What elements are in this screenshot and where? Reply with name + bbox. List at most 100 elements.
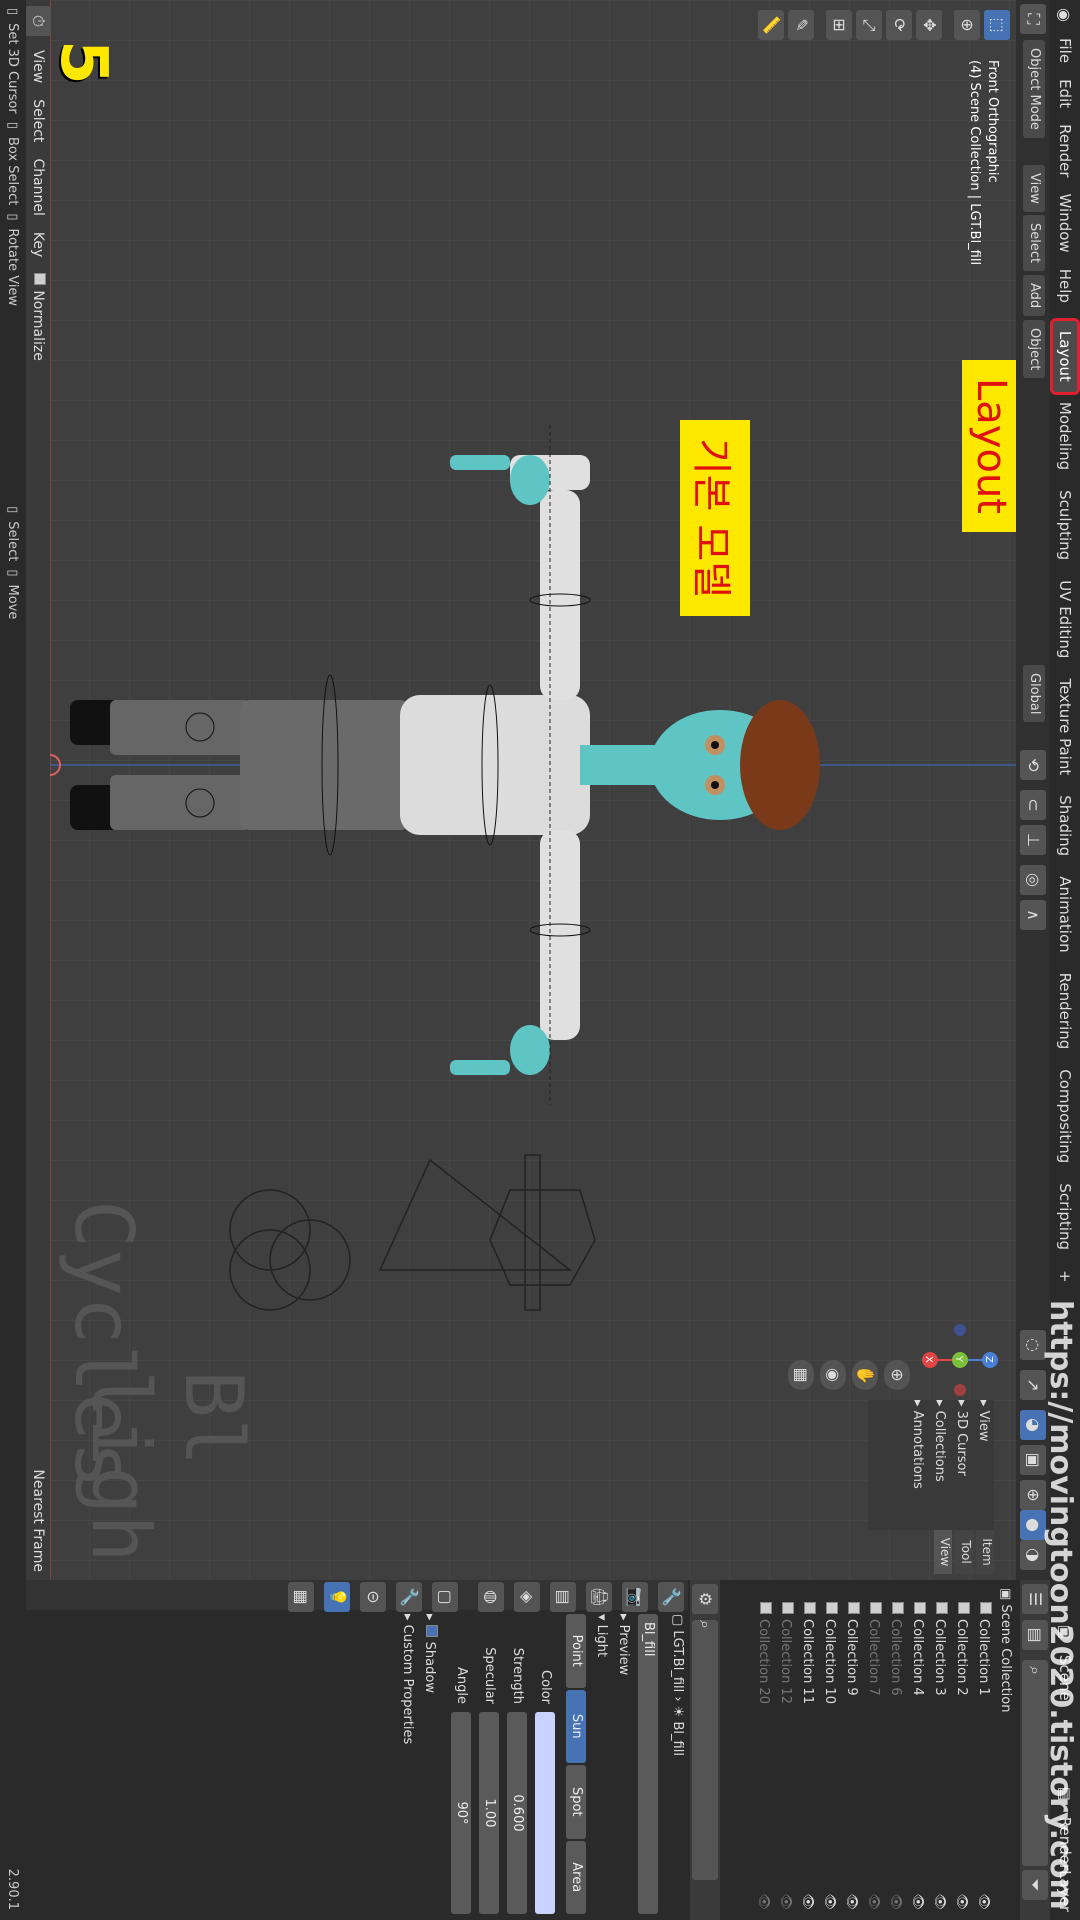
grid-icon[interactable]: ▦	[788, 1360, 814, 1390]
custom-properties-panel[interactable]: ▸ Custom Properties	[396, 1614, 418, 1914]
collection-checkbox[interactable]	[804, 1602, 816, 1614]
menu-file[interactable]: File	[1056, 30, 1074, 71]
tab-tool[interactable]: Tool	[955, 1530, 973, 1574]
menu-object[interactable]: Object	[1023, 320, 1045, 379]
menu-window[interactable]: Window	[1056, 186, 1074, 261]
timeline-key[interactable]: Key	[30, 224, 46, 265]
menu-help[interactable]: Help	[1056, 261, 1074, 311]
blender-logo-icon[interactable]: ◉	[1056, 0, 1075, 30]
visibility-eye-icon[interactable]: 👁	[972, 1893, 994, 1910]
visibility-eye-icon[interactable]: 👁	[818, 1893, 840, 1910]
collection-row[interactable]: Collection 12 👁	[774, 1580, 796, 1920]
npanel-view[interactable]: ▸ View	[972, 1400, 994, 1530]
move-tool-icon[interactable]: ✥	[916, 10, 942, 40]
texture-tab-icon[interactable]: ▦	[288, 1582, 314, 1612]
collection-row[interactable]: Collection 2 👁	[950, 1580, 972, 1920]
output-tab-icon[interactable]: 🖨	[586, 1582, 612, 1612]
menu-select[interactable]: Select	[1023, 215, 1045, 272]
npanel-annotations[interactable]: ▸ Annotations	[906, 1400, 928, 1530]
measure-tool-icon[interactable]: 📏	[758, 10, 784, 40]
scene-tab-icon[interactable]: ◈	[514, 1582, 540, 1612]
tab-compositing[interactable]: Compositing	[1053, 1059, 1077, 1173]
falloff-icon[interactable]: ∧	[1020, 900, 1046, 930]
collection-checkbox[interactable]	[892, 1602, 904, 1614]
collection-row[interactable]: Collection 20 👁	[752, 1580, 774, 1920]
collection-row[interactable]: Collection 6 👁	[884, 1580, 906, 1920]
light-type-point[interactable]: Point	[566, 1614, 586, 1688]
pivot-icon[interactable]: ⟲	[1020, 750, 1046, 780]
shadow-checkbox[interactable]	[426, 1624, 438, 1637]
normalize-toggle[interactable]: Normalize	[30, 265, 46, 369]
properties-editor-icon[interactable]: ⚙	[692, 1584, 718, 1614]
collection-row[interactable]: Collection 9 👁	[840, 1580, 862, 1920]
collection-row[interactable]: Collection 4 👁	[906, 1580, 928, 1920]
timeline-select[interactable]: Select	[30, 91, 46, 150]
collection-row[interactable]: Collection 1 👁	[972, 1580, 994, 1920]
snap-mode[interactable]: Nearest Frame	[30, 1461, 46, 1580]
collection-checkbox[interactable]	[826, 1602, 838, 1614]
tab-scripting[interactable]: Scripting	[1053, 1173, 1077, 1260]
light-type-spot[interactable]: Spot	[566, 1765, 586, 1839]
shadow-panel[interactable]: ▸ Shadow	[418, 1614, 440, 1914]
visibility-eye-icon[interactable]: 👁	[796, 1893, 818, 1910]
strength-field[interactable]: 0.600	[507, 1712, 527, 1914]
pan-hand-icon[interactable]: ✋	[852, 1360, 878, 1390]
tab-shading[interactable]: Shading	[1053, 785, 1077, 866]
tab-modeling[interactable]: Modeling	[1053, 392, 1077, 480]
timeline-channel[interactable]: Channel	[30, 150, 46, 223]
scene-collection-row[interactable]: ▣ Scene Collection	[994, 1580, 1016, 1920]
timeline-editor-icon[interactable]: ⏱	[25, 6, 51, 36]
tab-animation[interactable]: Animation	[1053, 866, 1077, 962]
collection-checkbox[interactable]	[914, 1602, 926, 1614]
preview-panel[interactable]: ▸ Preview	[612, 1614, 634, 1914]
tab-sculpting[interactable]: Sculpting	[1053, 480, 1077, 570]
npanel-3d-cursor[interactable]: ▸ 3D Cursor	[950, 1400, 972, 1530]
transform-orientation[interactable]: Global	[1023, 665, 1045, 723]
navigation-gizmo[interactable]: Z Y X	[920, 1320, 1000, 1400]
collection-checkbox[interactable]	[870, 1602, 882, 1614]
visibility-eye-icon[interactable]: 👁	[950, 1893, 972, 1910]
tab-texture-paint[interactable]: Texture Paint	[1053, 668, 1077, 785]
tab-view[interactable]: View	[934, 1530, 952, 1574]
modifier-tab-icon[interactable]: 🔧	[396, 1582, 422, 1612]
rotate-tool-icon[interactable]: ⟳	[886, 10, 912, 40]
mode-selector[interactable]: Object Mode	[1023, 40, 1045, 138]
visibility-eye-icon[interactable]: 👁	[928, 1893, 950, 1910]
light-type-sun[interactable]: Sun	[566, 1689, 586, 1763]
tool-tab-icon[interactable]: 🔧	[658, 1582, 684, 1612]
color-swatch[interactable]	[535, 1712, 555, 1914]
collection-checkbox[interactable]	[936, 1602, 948, 1614]
collection-row[interactable]: Collection 10 👁	[818, 1580, 840, 1920]
visibility-eye-icon[interactable]: 👁	[840, 1893, 862, 1910]
npanel-collections[interactable]: ▸ Collections	[928, 1400, 950, 1530]
menu-edit[interactable]: Edit	[1056, 71, 1074, 116]
collection-checkbox[interactable]	[760, 1602, 772, 1614]
object-tab-icon[interactable]: ▢	[432, 1582, 458, 1612]
tab-uv-editing[interactable]: UV Editing	[1053, 570, 1077, 668]
tab-rendering[interactable]: Rendering	[1053, 963, 1077, 1060]
tab-layout[interactable]: Layout	[1051, 312, 1079, 401]
annotate-tool-icon[interactable]: ✎	[788, 10, 814, 40]
3d-viewport[interactable]: Layout 기본 모델 Bl ligh Cycles ligh Front O…	[20, 0, 1050, 1580]
snap-target-icon[interactable]: ⊥	[1020, 825, 1046, 855]
select-tool-icon[interactable]: ⬚	[984, 10, 1010, 40]
menu-render[interactable]: Render	[1056, 116, 1074, 185]
render-tab-icon[interactable]: 📷	[622, 1582, 648, 1612]
collection-checkbox[interactable]	[782, 1602, 794, 1614]
normalize-checkbox[interactable]	[34, 273, 46, 286]
constraint-tab-icon[interactable]: ⊝	[360, 1582, 386, 1612]
tab-item[interactable]: Item	[976, 1530, 994, 1574]
menu-add[interactable]: Add	[1023, 275, 1045, 317]
transform-tool-icon[interactable]: ⊞	[826, 10, 852, 40]
view-layer-tab-icon[interactable]: ▤	[550, 1582, 576, 1612]
camera-icon[interactable]: ◉	[820, 1360, 846, 1390]
collection-row[interactable]: Collection 11 👁	[796, 1580, 818, 1920]
data-name-field[interactable]: Bl_fill	[638, 1614, 658, 1914]
visibility-eye-icon[interactable]: 👁	[774, 1893, 796, 1910]
light-type-area[interactable]: Area	[566, 1840, 586, 1914]
visibility-eye-icon[interactable]: 👁	[906, 1893, 928, 1910]
angle-field[interactable]: 90°	[451, 1712, 471, 1914]
light-data-tab-icon[interactable]: 💡	[324, 1582, 350, 1612]
collection-checkbox[interactable]	[980, 1602, 992, 1614]
cursor-tool-icon[interactable]: ⊕	[954, 10, 980, 40]
